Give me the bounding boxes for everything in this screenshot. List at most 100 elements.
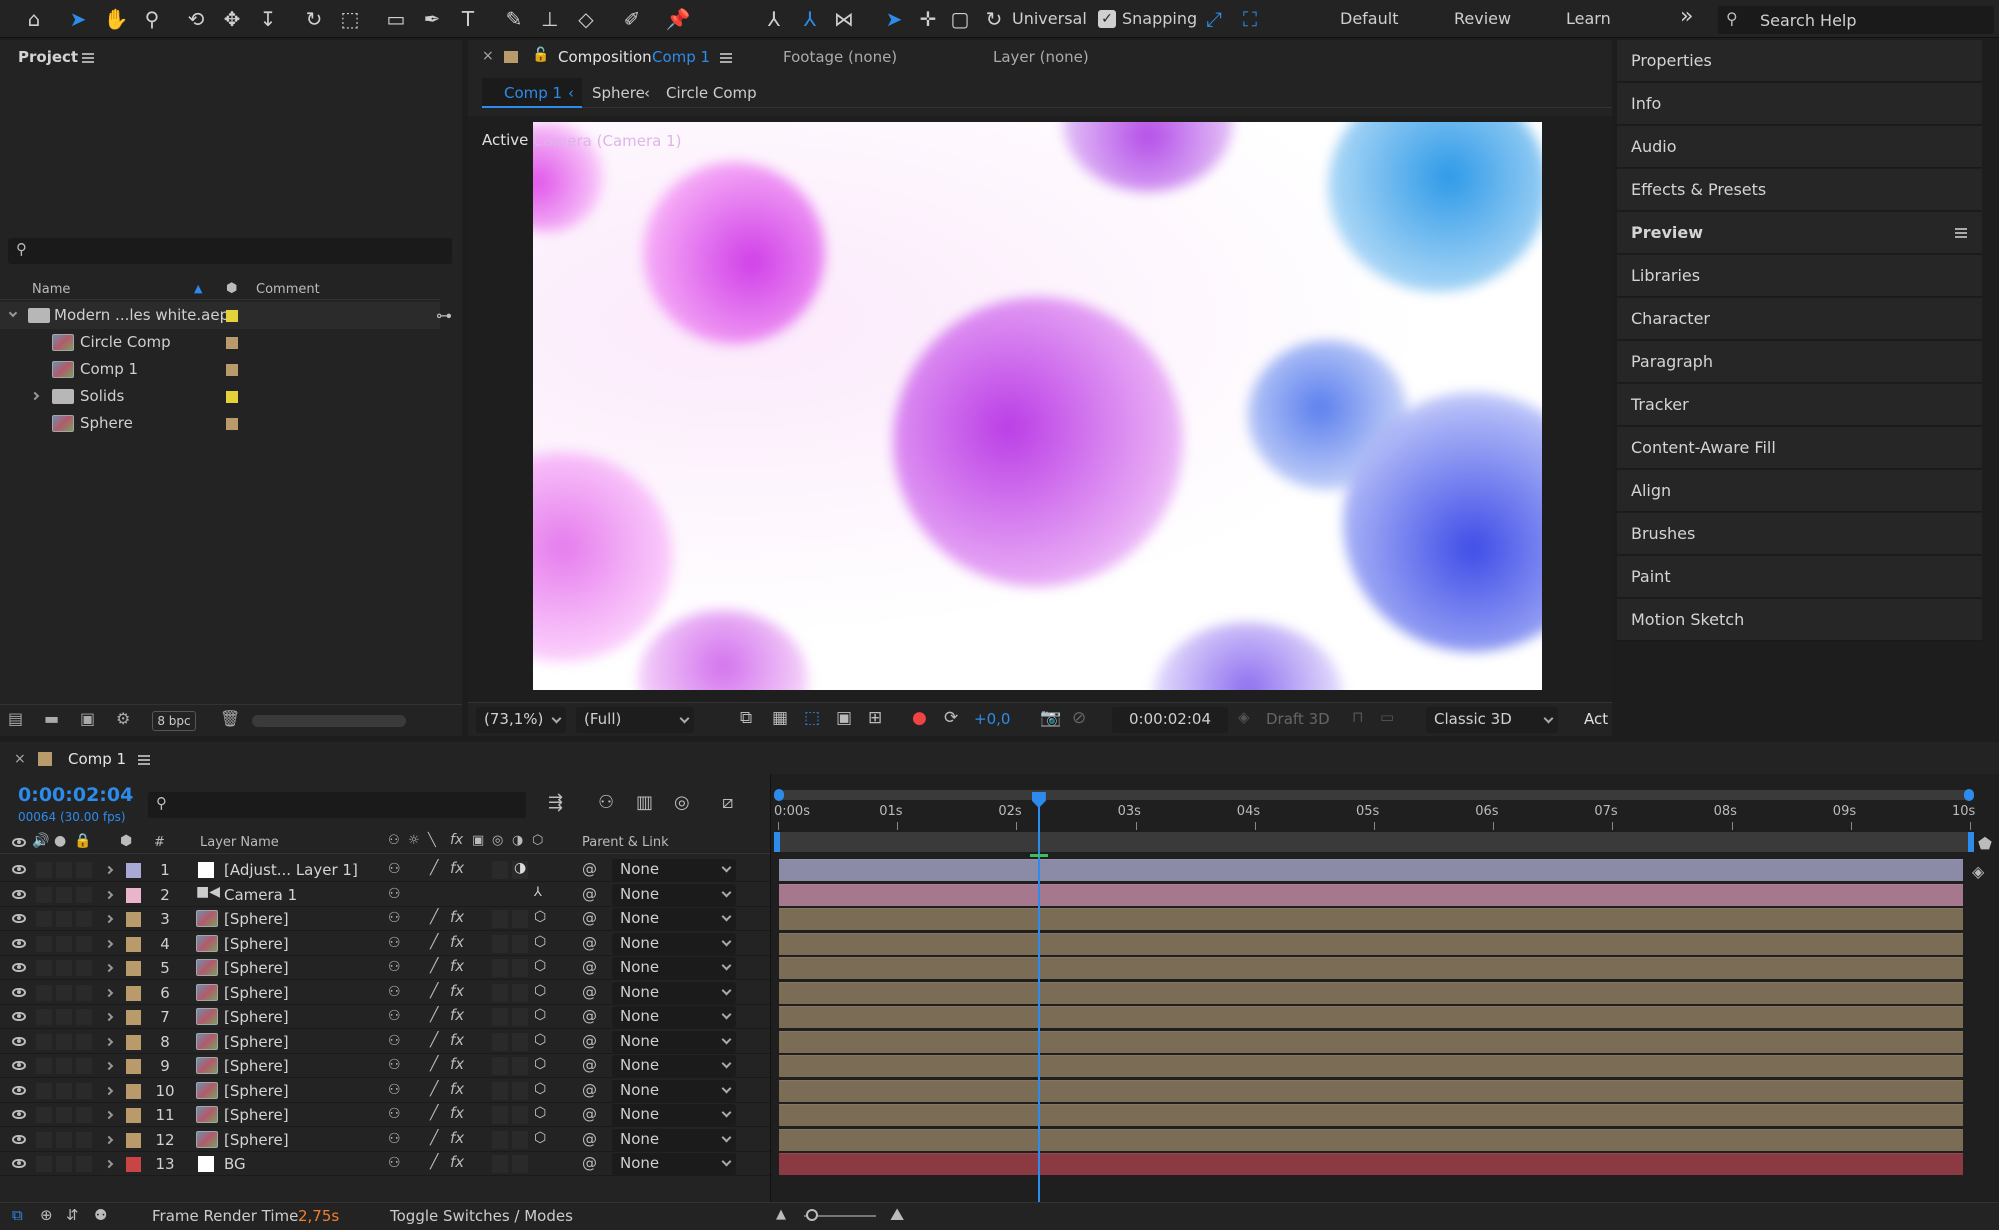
trash-icon[interactable]: 🗑 <box>220 709 240 728</box>
layer-duration-bar[interactable] <box>779 957 1963 979</box>
breadcrumb-comp1[interactable]: Comp 1 <box>504 84 562 102</box>
orbit-camera-icon[interactable]: ⟲ <box>182 5 210 33</box>
zoom-in-icon[interactable]: ⛰ <box>890 1205 904 1225</box>
show-snapshot-icon[interactable]: ⊘ <box>1072 708 1086 728</box>
work-area-end-handle[interactable] <box>1964 789 1974 801</box>
work-area-start-handle[interactable] <box>774 789 784 801</box>
audio-toggle[interactable] <box>36 1156 52 1172</box>
project-item-aep[interactable]: Modern ...les white.aep ⊶ <box>0 302 452 329</box>
timeline-search-input[interactable]: ⚲ <box>148 792 526 818</box>
layer-duration-bar[interactable] <box>779 1104 1963 1126</box>
snapshot-camera-icon[interactable]: 📷 <box>1040 708 1061 728</box>
work-area-bar[interactable] <box>774 789 1974 801</box>
draft3d-label[interactable]: Draft 3D <box>1266 710 1330 728</box>
navigator-start[interactable] <box>774 832 780 852</box>
home-icon[interactable]: ⌂ <box>20 5 48 33</box>
label-swatch[interactable] <box>226 310 238 322</box>
layer-duration-bar[interactable] <box>779 1128 1963 1151</box>
project-item-circle-comp[interactable]: Circle Comp <box>0 329 440 356</box>
comp-button-icon[interactable]: ⬟ <box>1978 834 1992 853</box>
switch-shy-icon[interactable]: ⚇ <box>388 833 400 848</box>
new-comp-icon[interactable]: ▣ <box>80 709 95 728</box>
switch-frame-blend-icon[interactable]: ▣ <box>472 833 484 848</box>
workspace-overflow[interactable]: » <box>1680 4 1693 29</box>
project-menu-icon[interactable] <box>82 53 94 63</box>
frame-blending-icon[interactable]: ▥ <box>636 792 653 813</box>
panel-brushes[interactable]: Brushes <box>1617 513 1982 555</box>
time-navigator[interactable] <box>774 832 1974 852</box>
close-tab-icon[interactable]: × <box>14 751 26 767</box>
lock-icon[interactable]: 🔓 <box>532 47 549 63</box>
solo-toggle[interactable] <box>56 1156 72 1172</box>
layer-name-column-header[interactable]: Layer Name <box>200 835 279 850</box>
resolution-dropdown[interactable]: (Full) <box>576 707 694 733</box>
audio-toggle-icon[interactable]: 🔊 <box>32 833 49 849</box>
switch-adjustment-icon[interactable]: ◑ <box>512 833 523 848</box>
close-tab-icon[interactable]: × <box>482 48 494 64</box>
type-tool-icon[interactable]: T <box>454 5 482 33</box>
view-dropdown-truncated[interactable]: Act <box>1584 710 1608 728</box>
3d-selection-icon[interactable]: ➤ <box>880 5 908 33</box>
panel-preview[interactable]: Preview <box>1617 212 1982 254</box>
rectangle-tool-icon[interactable]: ▭ <box>382 5 410 33</box>
label-swatch[interactable] <box>226 418 238 430</box>
parent-link-column-header[interactable]: Parent & Link <box>582 835 669 850</box>
composition-tab-label[interactable]: Composition <box>558 48 652 66</box>
thumbnail-size-slider[interactable] <box>252 715 406 727</box>
hand-tool-icon[interactable]: ✋ <box>102 5 130 33</box>
flowchart-icon[interactable]: ⊶ <box>436 306 452 325</box>
draft3d-icon[interactable]: ◈ <box>1238 708 1250 726</box>
panel-info[interactable]: Info <box>1617 83 1982 125</box>
label-column-icon[interactable]: ⬢ <box>120 833 132 849</box>
panel-effects-presets[interactable]: Effects & Presets <box>1617 169 1982 211</box>
breadcrumb-sphere[interactable]: Sphere <box>592 84 645 102</box>
renderer-dropdown[interactable]: Classic 3D <box>1426 707 1558 733</box>
layer-switches-icon[interactable]: ⧉ <box>12 1206 23 1224</box>
project-item-sphere[interactable]: Sphere <box>0 410 440 437</box>
pan-camera-icon[interactable]: ✥ <box>218 5 246 33</box>
panel-properties[interactable]: Properties <box>1617 40 1982 82</box>
workspace-default[interactable]: Default <box>1340 9 1398 28</box>
sort-ascending-icon[interactable]: ▲ <box>194 282 202 295</box>
snapping-checkbox[interactable]: ✓ <box>1098 10 1116 28</box>
layer-duration-bar[interactable] <box>779 859 1963 881</box>
layer-duration-bar[interactable] <box>779 1055 1963 1077</box>
timeline-current-time[interactable]: 0:00:02:04 <box>18 784 133 806</box>
expand-arrow-icon[interactable] <box>104 1159 114 1169</box>
zoom-slider-handle[interactable] <box>806 1209 818 1221</box>
3d-move-icon[interactable]: ✛ <box>914 5 942 33</box>
layer-duration-bar[interactable] <box>779 1153 1963 1175</box>
zoom-out-icon[interactable]: ▲ <box>776 1207 786 1222</box>
layer-duration-bar[interactable] <box>779 932 1963 955</box>
transfer-controls-icon[interactable]: ⊕ <box>40 1206 53 1224</box>
interpret-footage-icon[interactable]: ▤ <box>8 709 23 728</box>
render-time-icon[interactable]: ⚉ <box>94 1206 107 1224</box>
playhead-line[interactable] <box>1029 792 1048 1202</box>
panel-paint[interactable]: Paint <box>1617 556 1982 598</box>
ground-plane-icon[interactable]: ▭ <box>1380 708 1394 726</box>
label-swatch[interactable] <box>126 1157 141 1172</box>
zoom-tool-icon[interactable]: ⚲ <box>138 5 166 33</box>
pen-tool-icon[interactable]: ✒ <box>418 5 446 33</box>
mask-visibility-icon[interactable]: ▣ <box>836 708 852 728</box>
eraser-tool-icon[interactable]: ◇ <box>572 5 600 33</box>
shy-layers-icon[interactable]: ⚇ <box>598 792 614 813</box>
3d-rotate-icon[interactable]: ↻ <box>980 5 1008 33</box>
toggle-switches-modes[interactable]: Toggle Switches / Modes <box>390 1207 573 1225</box>
panel-audio[interactable]: Audio <box>1617 126 1982 168</box>
layer-duration-bar[interactable] <box>779 908 1963 930</box>
lock-toggle-icon[interactable]: 🔒 <box>74 833 91 849</box>
panel-motion-sketch[interactable]: Motion Sketch <box>1617 599 1982 641</box>
project-item-solids[interactable]: Solids <box>0 383 440 410</box>
switch-quality-icon[interactable]: ╲ <box>428 833 436 848</box>
timeline-comp-tab[interactable]: Comp 1 <box>68 750 126 768</box>
roto-brush-icon[interactable]: ✐ <box>618 5 646 33</box>
puppet-pin-icon[interactable]: 📌 <box>664 5 692 33</box>
navigator-end[interactable] <box>1968 832 1974 852</box>
current-time-display[interactable]: 0:00:02:04 <box>1112 707 1228 733</box>
layer-duration-bar[interactable] <box>779 1030 1963 1053</box>
panel-align[interactable]: Align <box>1617 470 1982 512</box>
clone-stamp-icon[interactable]: ⊥ <box>536 5 564 33</box>
switch-3d-icon[interactable]: ⬡ <box>532 833 543 848</box>
panel-character[interactable]: Character <box>1617 298 1982 340</box>
